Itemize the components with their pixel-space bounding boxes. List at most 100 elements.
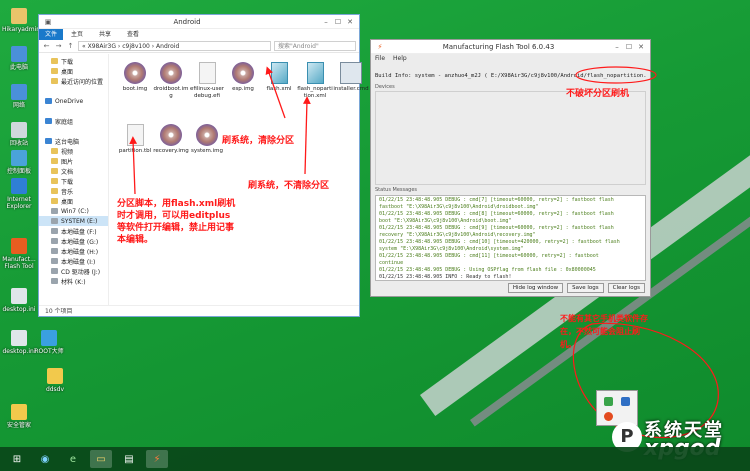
ribbon-file-tab[interactable]: 文件 [39, 29, 63, 40]
file-item[interactable]: droidboot.img [153, 62, 189, 100]
desktop-icon[interactable]: 网络 [2, 84, 36, 109]
disc-file-icon [124, 62, 146, 84]
nav-item[interactable]: 本地磁盘 (I:) [39, 256, 108, 266]
desktop-icon[interactable]: Hikaryadmin [2, 8, 40, 33]
nav-item[interactable]: Win7 (C:) [39, 206, 108, 216]
file-item[interactable]: installer.cmd [333, 62, 369, 93]
menu-file[interactable]: File [375, 54, 385, 64]
ribbon-tab-home[interactable]: 主页 [63, 29, 91, 40]
address-bar[interactable]: « X98Air3G › c9j8v100 › Android [78, 41, 271, 51]
desktop-icon-label: 控制面板 [6, 168, 31, 175]
nav-item[interactable]: CD 驱动器 (J:) [39, 266, 108, 276]
clear-logs-button[interactable]: Clear logs [607, 283, 645, 293]
nav-item[interactable]: 本地磁盘 (H:) [39, 246, 108, 256]
maximize-icon[interactable]: ☐ [623, 42, 635, 52]
search-input[interactable]: 搜索"Android" [274, 41, 356, 51]
file-item[interactable]: flash_nopartition.xml [297, 62, 333, 100]
file-name: esp.img [232, 86, 254, 92]
nav-item[interactable]: 下载 [39, 176, 108, 186]
flash-tool-window[interactable]: ⚡ Manufacturing Flash Tool 6.0.43 – ☐ ✕ … [370, 39, 651, 297]
maximize-icon[interactable]: ☐ [332, 17, 344, 27]
nav-item[interactable]: 音乐 [39, 186, 108, 196]
close-icon[interactable]: ✕ [344, 17, 356, 27]
desktop-icon[interactable]: desktop.ini [2, 330, 36, 355]
minimize-icon[interactable]: – [611, 42, 623, 52]
desktop-icon[interactable]: ROOT大师 [32, 330, 66, 355]
explorer-window[interactable]: ▣ Android – ☐ ✕ 文件 主页 共享 查看 ← → ↑ « X98A… [38, 14, 369, 317]
flash-titlebar[interactable]: ⚡ Manufacturing Flash Tool 6.0.43 – ☐ ✕ [371, 40, 650, 54]
folder-icon [51, 68, 58, 74]
taskbar: ⊞ ◉ e ▭ ▤ ⚡ [0, 447, 750, 471]
up-arrow-icon[interactable]: ↑ [66, 42, 75, 50]
desktop-icon[interactable]: ddsdv [38, 368, 72, 393]
nav-item[interactable]: 桌面 [39, 66, 108, 76]
folder-icon [51, 198, 58, 204]
start-icon[interactable]: ⊞ [6, 450, 28, 468]
disc-file-icon [196, 124, 218, 146]
file-item[interactable]: flash.xml [261, 62, 297, 93]
doc-file-icon [126, 124, 144, 146]
disc-file-icon [160, 62, 182, 84]
desktop-icon[interactable]: 此电脑 [2, 46, 36, 71]
desktop-icon[interactable]: 安全管家 [2, 404, 36, 429]
file-item[interactable]: esp.img [225, 62, 261, 93]
desktop-icon[interactable]: desktop.ini [2, 288, 36, 313]
file-item[interactable]: boot.img [117, 62, 153, 93]
nav-item[interactable]: 图片 [39, 156, 108, 166]
ie-taskbar-icon[interactable]: e [62, 450, 84, 468]
store-taskbar-icon[interactable]: ▤ [118, 450, 140, 468]
file-item[interactable]: efilinux-userdebug.efi [189, 62, 225, 100]
drive-icon [51, 248, 58, 254]
log-line: fastboot "E:\X98Air3G\c9j8v100\Android\d… [379, 204, 539, 210]
tray-app-icon[interactable] [604, 397, 613, 406]
close-icon[interactable]: ✕ [635, 42, 647, 52]
nav-item[interactable]: 本地磁盘 (F:) [39, 226, 108, 236]
tray-app-icon[interactable] [621, 397, 630, 406]
xml-file-icon [306, 62, 324, 84]
ribbon-tab-share[interactable]: 共享 [91, 29, 119, 40]
desktop-icon[interactable]: Internet Explorer [2, 178, 36, 210]
nav-item[interactable]: OneDrive [39, 96, 108, 106]
log-line: continue [379, 260, 404, 266]
menu-help[interactable]: Help [393, 54, 407, 64]
ribbon-tab-view[interactable]: 查看 [119, 29, 147, 40]
nav-item[interactable]: 下载 [39, 56, 108, 66]
nav-item[interactable]: 文档 [39, 166, 108, 176]
nav-item[interactable]: 本地磁盘 (G:) [39, 236, 108, 246]
nav-item-label: 本地磁盘 (H:) [61, 248, 99, 256]
hide-log-button[interactable]: Hide log window [507, 283, 564, 293]
status-messages-log[interactable]: 01/22/15 23:48:48.905 DEBUG : cmd[7] [ti… [375, 195, 646, 281]
drive-icon [51, 258, 58, 264]
drive-icon [51, 228, 58, 234]
nav-item-label: 本地磁盘 (G:) [61, 238, 99, 246]
forward-arrow-icon[interactable]: → [54, 42, 63, 50]
annotation-partition-note: 分区脚本，用flash.xml刷机时才调用，可以用editplus等软件打开编辑… [117, 199, 236, 245]
flash-tool-taskbar-icon[interactable]: ⚡ [146, 450, 168, 468]
file-item[interactable]: recovery.img [153, 124, 189, 155]
file-name: flash.xml [266, 86, 292, 92]
file-item[interactable]: partition.tbl [117, 124, 153, 155]
drive-icon [51, 208, 58, 214]
explorer-taskbar-icon[interactable]: ▭ [90, 450, 112, 468]
nav-item[interactable]: SYSTEM (E:) [39, 216, 108, 226]
nav-item[interactable]: 材料 (K:) [39, 276, 108, 286]
nav-item[interactable]: 桌面 [39, 196, 108, 206]
desktop-icon[interactable]: Manufact... Flash Tool [2, 238, 36, 270]
desktop-app-icon [41, 330, 57, 346]
nav-item[interactable]: 家庭组 [39, 116, 108, 126]
desktop-icon[interactable]: 回收站 [2, 122, 36, 147]
back-arrow-icon[interactable]: ← [42, 42, 51, 50]
desktop-app-icon [11, 404, 27, 420]
minimize-icon[interactable]: – [320, 17, 332, 27]
save-logs-button[interactable]: Save logs [567, 283, 604, 293]
log-line: 01/22/15 23:48:48.905 DEBUG : cmd[11] [t… [379, 253, 599, 259]
desktop-icon[interactable]: 控制面板 [2, 150, 36, 175]
browser-taskbar-icon[interactable]: ◉ [34, 450, 56, 468]
explorer-titlebar[interactable]: ▣ Android – ☐ ✕ [39, 15, 359, 29]
nav-item[interactable]: 视频 [39, 146, 108, 156]
nav-item[interactable]: 最近访问的位置 [39, 76, 108, 86]
nav-item[interactable]: 这台电脑 [39, 136, 108, 146]
file-item[interactable]: system.img [189, 124, 225, 155]
desktop-app-icon [11, 178, 27, 194]
desktop-icon-label: 安全管家 [6, 422, 31, 429]
